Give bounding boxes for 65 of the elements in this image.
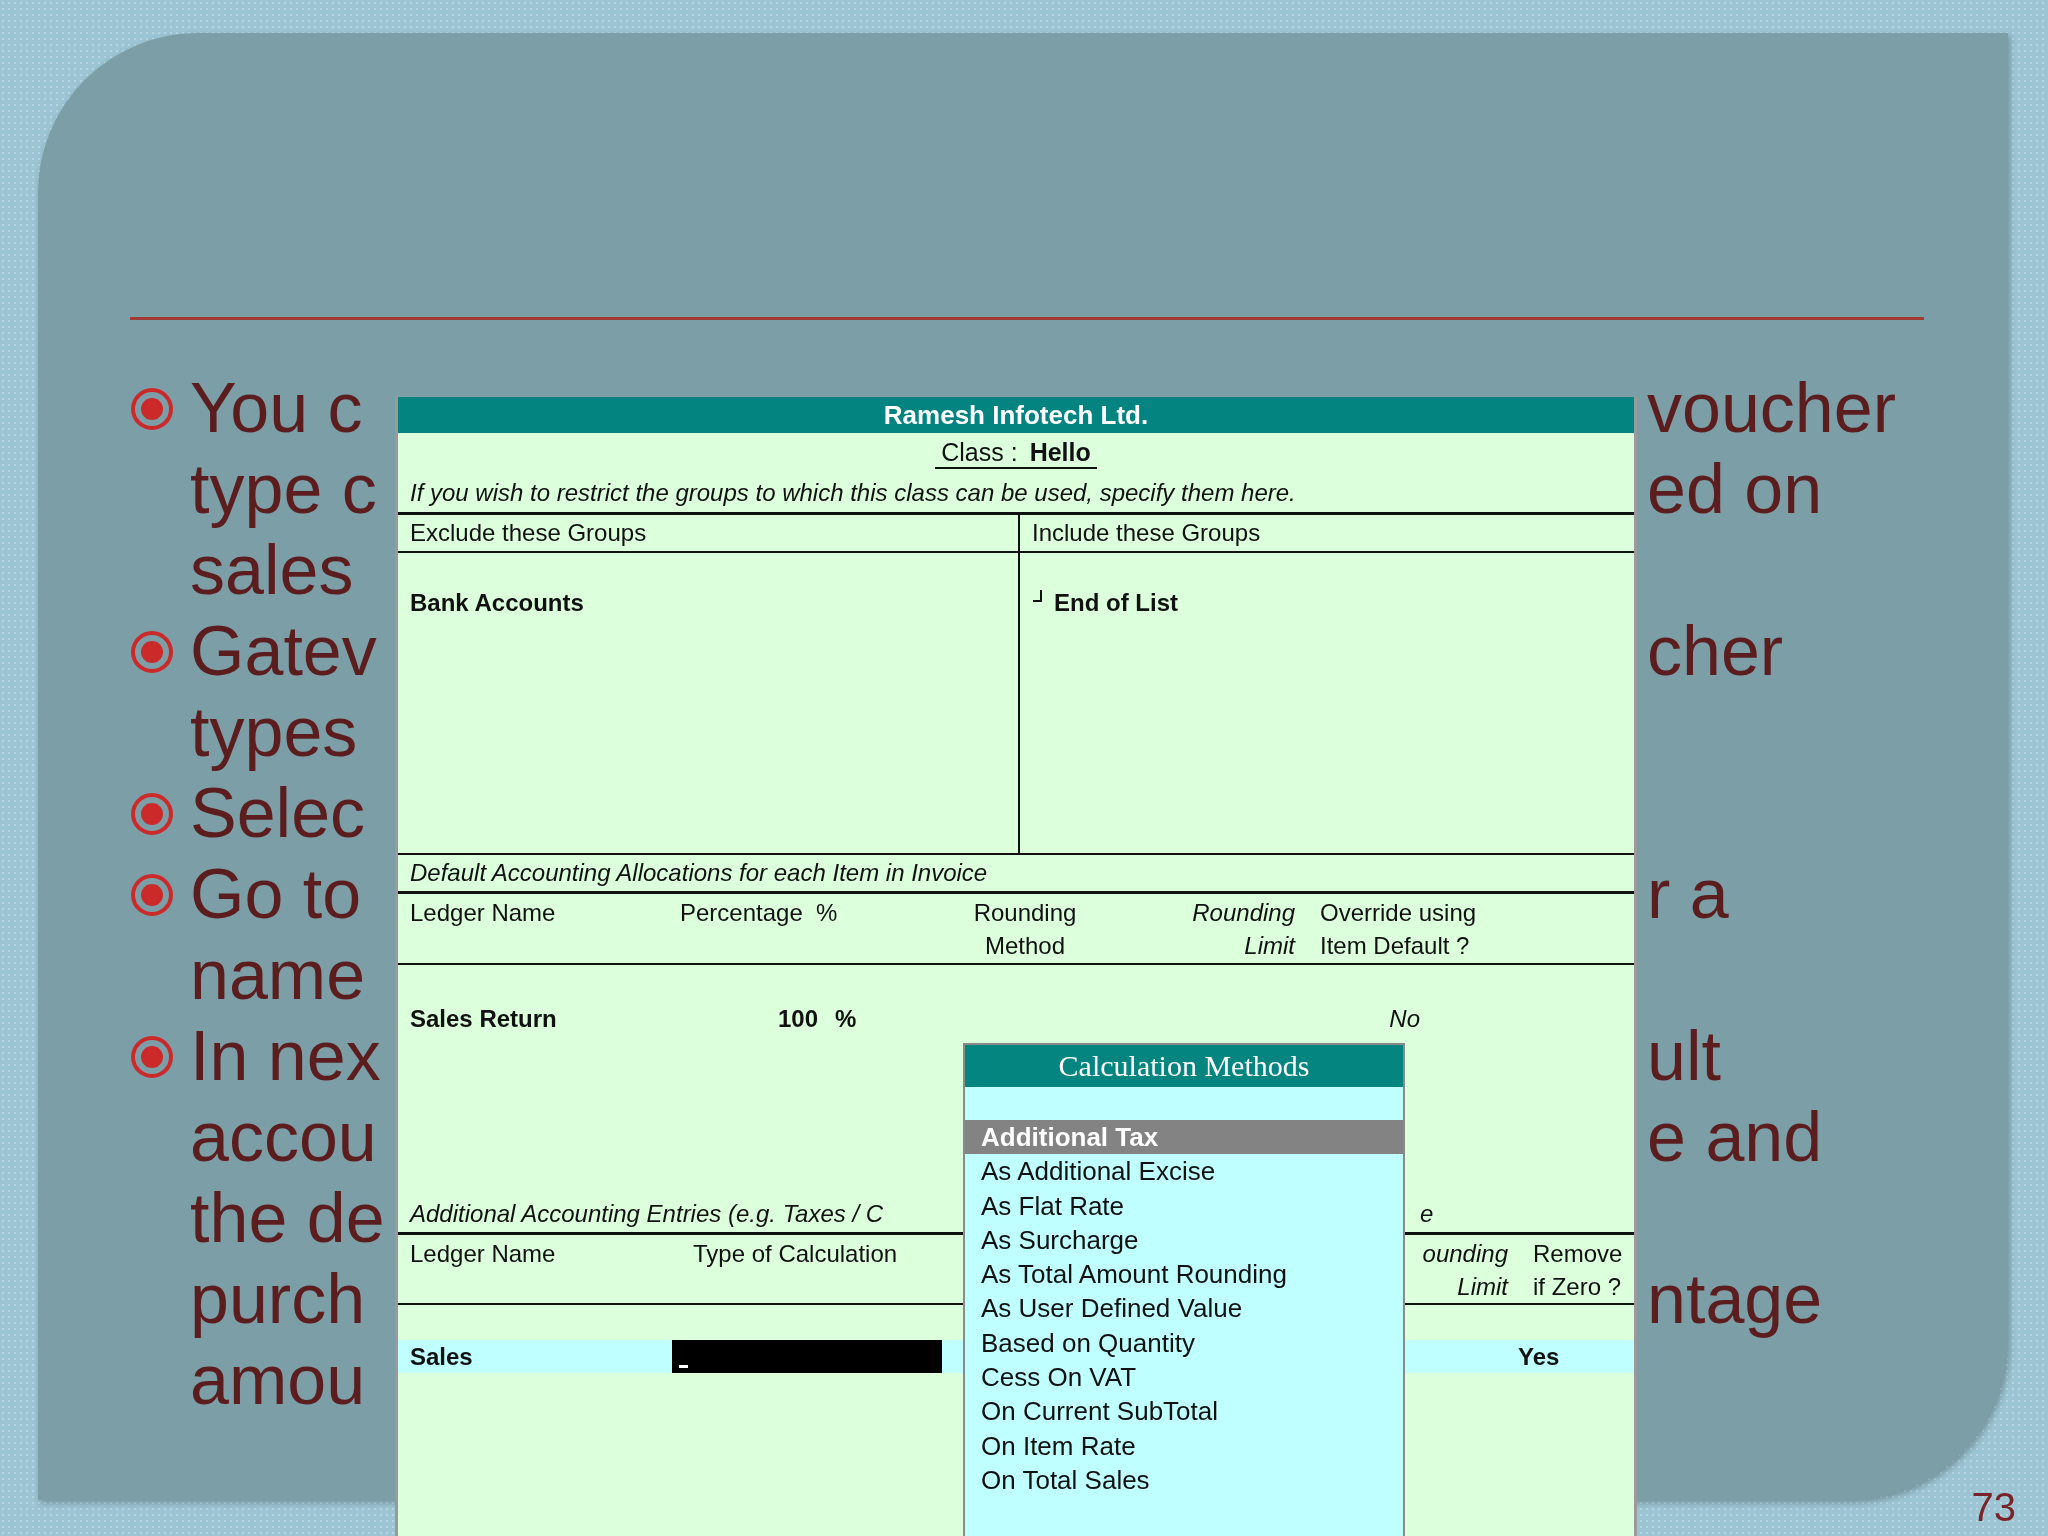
section-title: Default Accounting Allocations for each Item in Invoice: [409, 858, 989, 888]
list-item[interactable]: Bank Accounts: [410, 589, 584, 617]
column-header: Include these Groups: [1018, 515, 1634, 551]
menu-item[interactable]: As Surcharge: [965, 1222, 1403, 1258]
input-field[interactable]: [672, 1340, 942, 1373]
column-header: Rounding Limit: [1192, 898, 1295, 961]
bullet-text: Selec: [190, 773, 366, 854]
bullet-text: purch: [190, 1259, 366, 1340]
bullet-icon: [130, 630, 174, 674]
table-cell-text: Sales: [410, 1342, 474, 1372]
table-cell-text: No: [1388, 1004, 1420, 1034]
bullet-text: e and: [1647, 1097, 1823, 1178]
bullet-text: Gatev: [190, 611, 377, 692]
column-header: Ledger Name: [410, 1239, 556, 1269]
field-label: Class :: [941, 437, 1018, 467]
page-number: 73: [1971, 1485, 2016, 1530]
table-cell-text: %: [835, 1004, 858, 1034]
field-value: Hello: [1029, 437, 1091, 467]
table-cell-text: Sales Return: [410, 1004, 558, 1034]
bullet-icon: [130, 792, 174, 836]
list-item[interactable]: End of List: [1054, 589, 1178, 617]
menu-item[interactable]: Additional Tax: [965, 1120, 1403, 1155]
bullet-text: ed on: [1647, 449, 1823, 530]
menu-item[interactable]: As Total Amount Rounding: [965, 1257, 1403, 1292]
column-header: Exclude these Groups: [409, 518, 648, 548]
column-header: Percentage %: [680, 898, 838, 928]
bullet-text: You c: [190, 368, 363, 449]
bullet-icon: [130, 1035, 174, 1079]
bullet-text: amou: [190, 1340, 366, 1421]
column-header: Override using Item Default ?: [1320, 898, 1477, 961]
menu-item[interactable]: As Flat Rate: [965, 1188, 1403, 1223]
column-header: Type of Calculation: [693, 1239, 898, 1269]
column-header: Remove if Zero ?: [1533, 1239, 1623, 1302]
table-cell-text: 100: [776, 1004, 818, 1034]
bullet-text: r a: [1647, 854, 1729, 935]
bullet-text: the de: [190, 1178, 385, 1259]
menu-item[interactable]: On Total Sales: [965, 1462, 1403, 1498]
bullet-text: In nex: [190, 1016, 381, 1097]
title-bar: Ramesh Infotech Ltd.: [398, 397, 1634, 433]
bullet-text: cher: [1647, 611, 1784, 692]
menu-item[interactable]: As User Defined Value: [965, 1291, 1403, 1326]
popup-title: Calculation Methods: [965, 1045, 1403, 1087]
column-header: Ledger Name: [410, 898, 556, 928]
bullet-text: voucher: [1647, 368, 1897, 449]
bullet-text: name: [190, 935, 366, 1016]
bullet-text: ntage: [1647, 1259, 1823, 1340]
bullet-icon: [130, 387, 174, 431]
table-cell-text: Yes: [1518, 1342, 1561, 1372]
section-title: e: [1420, 1199, 1434, 1229]
menu-item[interactable]: On Item Rate: [965, 1428, 1403, 1463]
bullet-text: sales: [190, 530, 354, 611]
menu-item[interactable]: As Additional Excise: [965, 1154, 1403, 1189]
hint-text: If you wish to restrict the groups to which this class can be used, specify them here.: [409, 478, 1297, 508]
menu-item[interactable]: Cess On VAT: [965, 1360, 1403, 1395]
menu-item[interactable]: Based on Quantity: [965, 1325, 1403, 1361]
bullet-text: types: [190, 692, 358, 773]
bullet-text: type c: [190, 449, 377, 530]
bullet-text: ult: [1647, 1016, 1721, 1097]
bullet-text: Go to: [190, 854, 362, 935]
column-header: ounding Limit: [1422, 1239, 1508, 1302]
column-header: Rounding Method: [973, 898, 1077, 961]
bullet-text: accou: [190, 1097, 377, 1178]
bullet-icon: [130, 873, 174, 917]
section-title: Additional Accounting Entries (e.g. Taxes / C: [410, 1199, 884, 1229]
menu-item[interactable]: On Current SubTotal: [965, 1394, 1403, 1429]
